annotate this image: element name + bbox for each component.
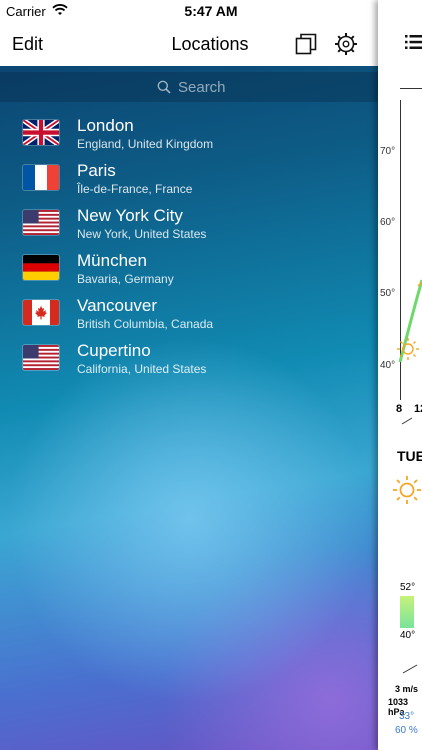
wind-speed: 3 m/s (395, 684, 419, 694)
city-name: Cupertino (77, 341, 151, 360)
city-name: London (77, 116, 134, 135)
germany-flag-icon (23, 255, 59, 280)
usa-flag-icon (23, 345, 59, 370)
wind-arrow-icon (402, 664, 418, 674)
region-name: England, United Kingdom (77, 137, 214, 151)
search-input[interactable]: Search (178, 79, 226, 96)
panel-divider (400, 88, 422, 89)
france-flag-icon (23, 165, 59, 190)
x-tick-label: 12 (414, 403, 422, 415)
list-menu-icon[interactable] (405, 34, 422, 50)
temp-low-label: 40° (400, 630, 416, 641)
search-bar[interactable]: Search (0, 72, 378, 102)
copy-icon[interactable] (294, 32, 318, 56)
city-name: Paris (77, 161, 116, 180)
list-item[interactable]: Vancouver British Columbia, Canada (0, 290, 378, 334)
region-name: New York, United States (77, 227, 207, 241)
city-name: New York City (77, 206, 183, 225)
status-bar: Carrier 5:47 AM (0, 0, 422, 22)
usa-flag-icon (23, 210, 59, 235)
dew-point-value: 33° (399, 711, 415, 722)
temperature-chart (397, 279, 422, 363)
uk-flag-icon (23, 120, 59, 145)
list-item[interactable]: London England, United Kingdom (0, 110, 378, 154)
region-name: British Columbia, Canada (77, 317, 214, 331)
navigation-bar: Edit Locations (0, 22, 378, 66)
forecast-panel[interactable]: 70° 60° 50° 40° 8 12 TUE 52° 40° 3 m/s 1… (378, 0, 422, 750)
sun-icon (393, 476, 421, 504)
wind-arrow-icon (401, 417, 413, 425)
status-time: 5:47 AM (184, 3, 238, 19)
gear-icon[interactable] (334, 32, 358, 56)
region-name: California, United States (77, 362, 207, 376)
list-item[interactable]: New York City New York, United States (0, 200, 378, 244)
x-tick-label: 8 (396, 403, 403, 415)
list-item[interactable]: München Bavaria, Germany (0, 245, 378, 289)
region-name: Bavaria, Germany (77, 272, 174, 286)
page-title: Locations (171, 34, 249, 54)
list-item[interactable]: Cupertino California, United States (0, 335, 378, 379)
city-name: München (77, 251, 147, 270)
forecast-day: TUE (397, 448, 422, 464)
canada-flag-icon (23, 300, 59, 325)
humidity-value: 60 % (395, 725, 418, 736)
edit-button[interactable]: Edit (12, 34, 43, 55)
region-name: Île-de-France, France (77, 182, 193, 196)
temp-high-label: 52° (400, 582, 416, 593)
list-item[interactable]: Paris Île-de-France, France (0, 155, 378, 199)
temperature-range-bar (400, 596, 414, 628)
city-name: Vancouver (77, 296, 158, 315)
search-icon (157, 80, 171, 94)
